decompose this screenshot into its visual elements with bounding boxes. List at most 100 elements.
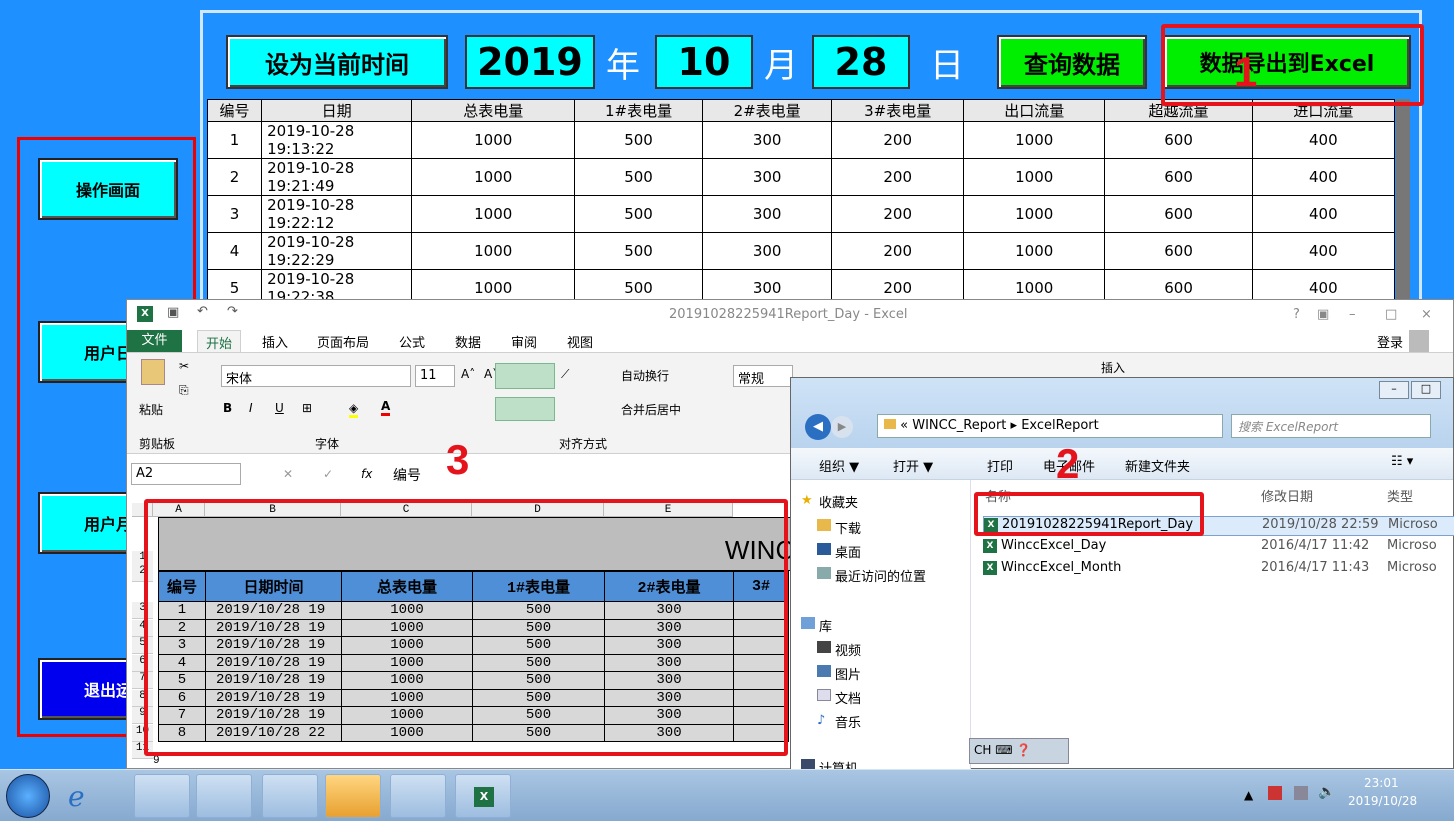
- col-header-date[interactable]: 修改日期: [1261, 486, 1313, 505]
- align-center-icon[interactable]: [495, 397, 555, 421]
- clock-time[interactable]: 23:01: [1364, 776, 1399, 790]
- file-name[interactable]: WinccExcel_Month: [1001, 560, 1121, 575]
- sidebar-item-music[interactable]: ♪ 音乐: [817, 712, 861, 731]
- year-field[interactable]: 2019: [465, 35, 595, 89]
- ribbon-display-icon[interactable]: ▣: [1317, 307, 1329, 322]
- month-field[interactable]: 10: [655, 35, 753, 89]
- app-taskbar-icon-2[interactable]: [390, 774, 446, 818]
- table-row[interactable]: 2 2019-10-28 19:21:49 1000 500 300 200 1000 600…: [206, 158, 1396, 196]
- hmi-col-header[interactable]: 3#表电量: [831, 99, 964, 122]
- tab-formulas[interactable]: 公式: [399, 332, 425, 351]
- hmi-col-header[interactable]: 日期: [261, 99, 413, 122]
- bold-button[interactable]: B: [223, 401, 232, 415]
- sidebar-item-videos[interactable]: 视频: [817, 640, 861, 659]
- col-header-type[interactable]: 类型: [1387, 486, 1413, 505]
- set-current-time-button[interactable]: 设为当前时间: [226, 35, 448, 89]
- font-color-icon[interactable]: A: [381, 399, 391, 416]
- table-row[interactable]: 1 2019-10-28 19:13:22 1000 500 300 200 1000 600…: [206, 121, 1396, 159]
- app-taskbar-icon-1[interactable]: [196, 774, 252, 818]
- italic-button[interactable]: I: [249, 401, 253, 415]
- sidebar-item-recent[interactable]: 最近访问的位置: [817, 566, 926, 585]
- tab-view[interactable]: 视图: [567, 332, 593, 351]
- sidebar-item-favorites[interactable]: ★ 收藏夹: [801, 492, 858, 511]
- name-box[interactable]: A2: [131, 463, 241, 485]
- wincc-explorer-taskbar-icon[interactable]: [262, 774, 318, 818]
- query-data-button[interactable]: 查询数据: [997, 35, 1147, 89]
- confirm-entry-icon[interactable]: ✓: [323, 467, 333, 481]
- tab-page-layout[interactable]: 页面布局: [317, 332, 369, 351]
- hmi-col-header[interactable]: 编号: [206, 99, 263, 122]
- tray-network-icon[interactable]: [1294, 786, 1308, 800]
- search-input[interactable]: 搜索 ExcelReport: [1231, 414, 1431, 438]
- paste-icon[interactable]: [141, 359, 165, 385]
- start-button[interactable]: [6, 774, 50, 818]
- tab-data[interactable]: 数据: [455, 332, 481, 351]
- merge-center-button[interactable]: 合并后居中: [621, 401, 681, 418]
- day-field[interactable]: 28: [812, 35, 910, 89]
- save-icon[interactable]: ▣: [167, 305, 179, 320]
- tab-file[interactable]: 文件: [127, 330, 182, 352]
- table-row[interactable]: 4 2019-10-28 19:22:29 1000 500 300 200 1000 600…: [206, 232, 1396, 270]
- close-icon[interactable]: ×: [1421, 307, 1432, 322]
- tray-arrow-icon[interactable]: ▲: [1244, 788, 1253, 802]
- tab-review[interactable]: 审阅: [511, 332, 537, 351]
- fill-color-icon[interactable]: ◈: [349, 401, 359, 418]
- breadcrumb-current[interactable]: ExcelReport: [1021, 418, 1099, 433]
- tray-flag-icon[interactable]: [1268, 786, 1282, 800]
- sidebar-item-documents[interactable]: 文档: [817, 688, 861, 707]
- minimize-icon[interactable]: –: [1379, 381, 1409, 399]
- font-size-select[interactable]: 11: [415, 365, 455, 387]
- file-explorer-taskbar-icon[interactable]: [134, 774, 190, 818]
- orientation-icon[interactable]: ⟋: [561, 367, 569, 382]
- hmi-col-header[interactable]: 2#表电量: [701, 99, 833, 122]
- tab-insert[interactable]: 插入: [262, 332, 288, 351]
- view-options-icon[interactable]: ☷ ▾: [1391, 454, 1413, 469]
- wrap-text-button[interactable]: 自动换行: [621, 367, 669, 384]
- align-middle-icon[interactable]: [495, 363, 555, 389]
- sidebar-item-libraries[interactable]: 库: [801, 616, 832, 635]
- nav-operation-screen-button[interactable]: 操作画面: [38, 158, 178, 220]
- hmi-col-header[interactable]: 1#表电量: [574, 99, 703, 122]
- breadcrumb-parent[interactable]: « WINCC_Report: [900, 418, 1006, 433]
- organize-button[interactable]: 组织 ▼: [819, 456, 859, 475]
- ie-icon[interactable]: e: [68, 780, 85, 813]
- underline-button[interactable]: U: [275, 401, 284, 415]
- maximize-icon[interactable]: □: [1411, 381, 1441, 399]
- open-button[interactable]: 打开 ▼: [893, 456, 933, 475]
- cut-icon[interactable]: ✂: [179, 359, 189, 373]
- number-format-select[interactable]: 常规: [733, 365, 793, 387]
- hmi-col-header[interactable]: 总表电量: [411, 99, 576, 122]
- file-name[interactable]: WinccExcel_Day: [1001, 538, 1106, 553]
- minimize-icon[interactable]: –: [1349, 307, 1356, 322]
- sidebar-item-downloads[interactable]: 下载: [817, 518, 861, 537]
- excel-taskbar-icon[interactable]: X: [455, 774, 511, 818]
- file-row[interactable]: X WinccExcel_Month 2016/4/17 11:43 Microso: [983, 560, 1454, 580]
- address-bar[interactable]: « WINCC_Report ▸ ExcelReport: [877, 414, 1223, 438]
- clock-date[interactable]: 2019/10/28: [1348, 794, 1417, 808]
- sidebar-item-desktop[interactable]: 桌面: [817, 542, 861, 561]
- paste-button[interactable]: 粘贴: [139, 401, 163, 418]
- new-folder-button[interactable]: 新建文件夹: [1125, 456, 1190, 475]
- print-button[interactable]: 打印: [987, 456, 1013, 475]
- maximize-icon[interactable]: □: [1385, 307, 1397, 322]
- back-icon[interactable]: ◀: [805, 414, 831, 440]
- undo-icon[interactable]: ↶: [197, 304, 208, 319]
- insert-cells-button[interactable]: 插入: [1101, 359, 1125, 376]
- sidebar-item-pictures[interactable]: 图片: [817, 664, 861, 683]
- help-icon[interactable]: ?: [1293, 307, 1300, 322]
- copy-icon[interactable]: ⎘: [179, 383, 189, 398]
- ime-bar[interactable]: CH ⌨ ❓: [969, 738, 1069, 764]
- volume-icon[interactable]: 🔈: [1318, 784, 1335, 800]
- forward-icon[interactable]: ▶: [831, 416, 853, 438]
- table-row[interactable]: 3 2019-10-28 19:22:12 1000 500 300 200 1000 600…: [206, 195, 1396, 233]
- cancel-entry-icon[interactable]: ✕: [283, 467, 293, 481]
- login-link[interactable]: 登录: [1377, 332, 1403, 351]
- function-icon[interactable]: fx: [361, 467, 372, 481]
- redo-icon[interactable]: ↷: [227, 304, 238, 319]
- font-name-select[interactable]: 宋体: [221, 365, 411, 387]
- hmi-table-scrollbar[interactable]: [1396, 99, 1410, 299]
- avatar[interactable]: [1409, 330, 1429, 352]
- tab-home[interactable]: 开始: [197, 330, 242, 352]
- file-row[interactable]: X WinccExcel_Day 2016/4/17 11:42 Microso: [983, 538, 1454, 558]
- border-icon[interactable]: ⊞: [302, 401, 312, 415]
